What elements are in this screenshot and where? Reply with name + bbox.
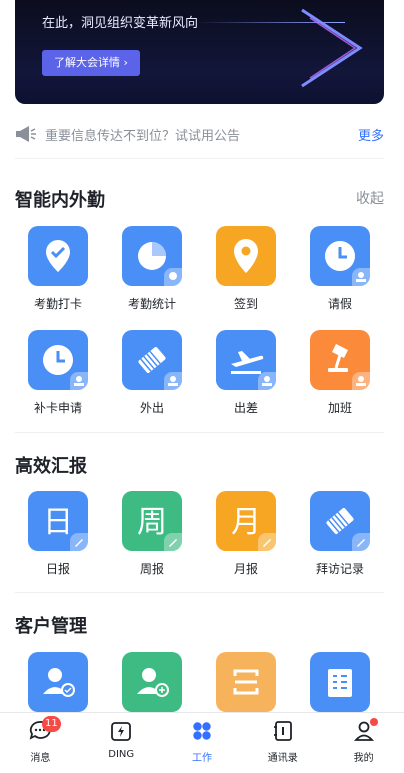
- divider: [15, 592, 384, 593]
- edit-badge-icon: [258, 533, 276, 551]
- app-customer-4[interactable]: [293, 652, 387, 712]
- app-label: 拜访记录: [315, 562, 364, 576]
- tab-label: 工作: [191, 753, 212, 764]
- report-glyph: 周: [137, 505, 167, 540]
- app-label: 出差: [233, 401, 258, 415]
- app-business-trip[interactable]: 出差: [199, 330, 293, 416]
- edit-badge-icon: [352, 533, 370, 551]
- user-badge-icon: [258, 372, 276, 390]
- collapse-button[interactable]: 收起: [356, 188, 384, 208]
- ding-lightning-icon: [111, 722, 132, 741]
- pie-chart-icon: [122, 226, 182, 286]
- app-weekly-report[interactable]: 周 周报: [105, 491, 199, 577]
- scan-card-icon: [216, 652, 276, 712]
- app-label: 请假: [327, 297, 352, 311]
- airplane-icon: [216, 330, 276, 390]
- banner-details-button[interactable]: 了解大会详情 ›: [42, 50, 140, 76]
- app-label: 周报: [139, 562, 164, 576]
- user-badge-icon: [352, 372, 370, 390]
- clock-icon: [310, 226, 370, 286]
- app-customer-1[interactable]: [11, 652, 105, 712]
- app-label: 月报: [233, 562, 258, 576]
- address-book-icon: [273, 721, 292, 741]
- check-pin-icon: [28, 226, 88, 286]
- announcement-text: 重要信息传达不到位？试试用公告: [45, 128, 241, 144]
- section-title-reports: 高效汇报: [15, 456, 87, 477]
- tab-ding[interactable]: DING: [81, 713, 162, 773]
- section-title-customers: 客户管理: [15, 616, 87, 637]
- event-banner[interactable]: 在此，洞见组织变革新风向 了解大会详情 ›: [15, 0, 384, 104]
- user-badge-icon: [352, 268, 370, 286]
- app-customer-2[interactable]: [105, 652, 199, 712]
- tab-label: 通讯录: [267, 753, 298, 764]
- banner-text: 在此，洞见组织变革新风向: [42, 16, 199, 31]
- section-title-attendance: 智能内外勤: [15, 190, 105, 211]
- user-check-icon: [28, 652, 88, 712]
- divider: [15, 158, 384, 159]
- edit-badge-icon: [164, 533, 182, 551]
- tab-work[interactable]: 工作: [162, 713, 243, 773]
- weekly-report-icon: 周: [122, 491, 182, 551]
- more-link[interactable]: 更多: [358, 125, 384, 144]
- app-label: 补卡申请: [33, 401, 82, 415]
- app-leave[interactable]: 请假: [293, 226, 387, 312]
- app-missing-punch[interactable]: 补卡申请: [11, 330, 105, 416]
- report-glyph: 月: [231, 505, 261, 540]
- location-pin-icon: [216, 226, 276, 286]
- tab-label: 消息: [30, 753, 51, 764]
- stamp-icon: [310, 491, 370, 551]
- report-glyph: 日: [43, 505, 73, 540]
- notification-dot: [370, 718, 379, 726]
- tab-me[interactable]: 我的: [323, 713, 404, 773]
- clock-icon: [28, 330, 88, 390]
- app-label: 日报: [45, 562, 70, 576]
- app-label: 签到: [233, 297, 258, 311]
- app-check-in[interactable]: 考勤打卡: [11, 226, 105, 312]
- user-badge-icon: [164, 372, 182, 390]
- building-icon: [310, 652, 370, 712]
- location-badge-icon: [164, 268, 182, 286]
- app-label: 外出: [139, 401, 164, 415]
- monthly-report-icon: 月: [216, 491, 276, 551]
- app-daily-report[interactable]: 日 日报: [11, 491, 105, 577]
- megaphone-icon: [16, 126, 36, 142]
- work-grid-icon: [193, 722, 211, 740]
- app-label: 考勤打卡: [33, 297, 82, 311]
- stamp-icon: [122, 330, 182, 390]
- desk-lamp-icon: [310, 330, 370, 390]
- bottom-tab-bar: 11 消息 DING 工作 通讯录 我的: [0, 712, 404, 773]
- app-overtime[interactable]: 加班: [293, 330, 387, 416]
- app-attendance-stats[interactable]: 考勤统计: [105, 226, 199, 312]
- announcement-bar[interactable]: 重要信息传达不到位？试试用公告 更多: [15, 120, 384, 148]
- app-label: 加班: [327, 401, 352, 415]
- app-visit-record[interactable]: 拜访记录: [293, 491, 387, 577]
- banner-arrow-graphic: [301, 8, 363, 88]
- user-badge-icon: [70, 372, 88, 390]
- daily-report-icon: 日: [28, 491, 88, 551]
- app-out[interactable]: 外出: [105, 330, 199, 416]
- app-sign-in[interactable]: 签到: [199, 226, 293, 312]
- tab-messages[interactable]: 11 消息: [0, 713, 81, 773]
- tab-label: 我的: [353, 753, 374, 764]
- divider: [15, 432, 384, 433]
- user-add-icon: [122, 652, 182, 712]
- app-monthly-report[interactable]: 月 月报: [199, 491, 293, 577]
- tab-contacts[interactable]: 通讯录: [242, 713, 323, 773]
- unread-badge: 11: [42, 716, 61, 732]
- tab-label: DING: [108, 749, 135, 760]
- edit-badge-icon: [70, 533, 88, 551]
- app-customer-3[interactable]: [199, 652, 293, 712]
- app-label: 考勤统计: [127, 297, 176, 311]
